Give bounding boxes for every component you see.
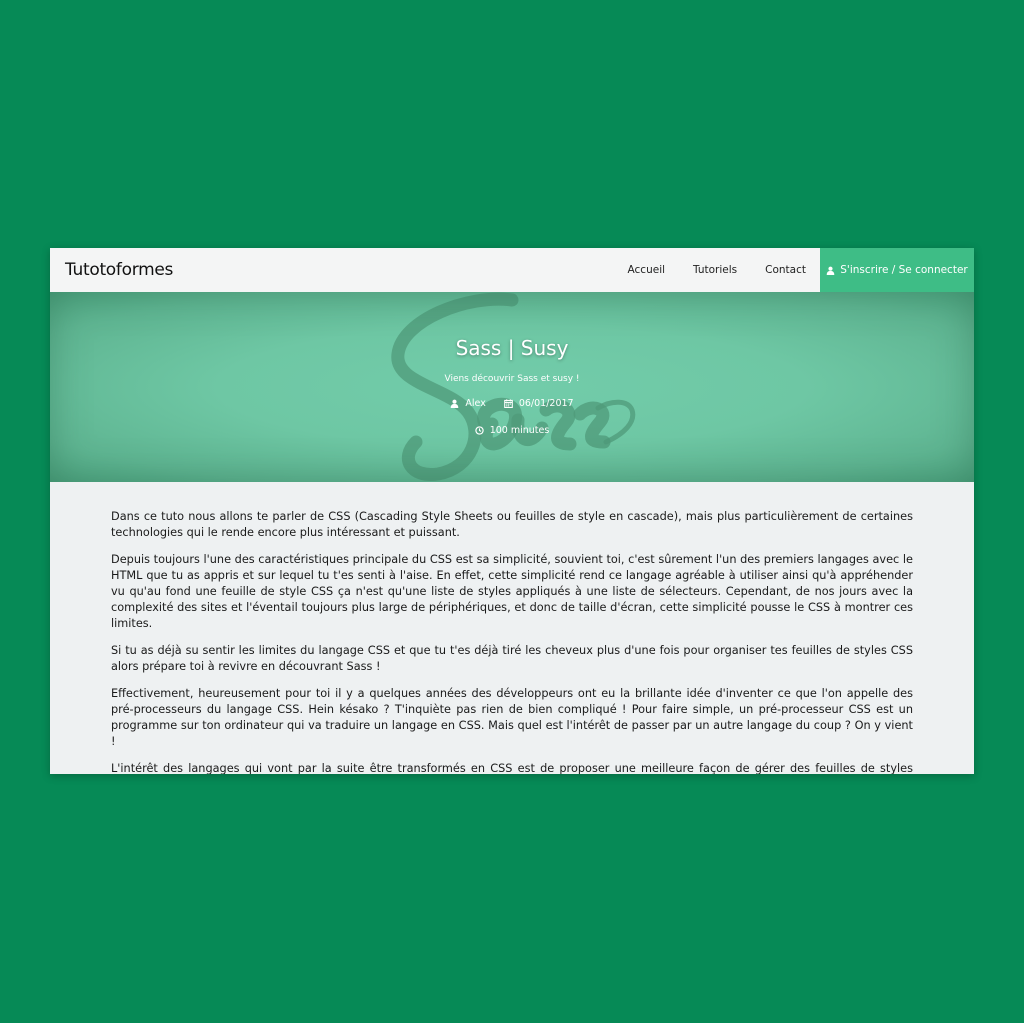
article-paragraph: Depuis toujours l'une des caractéristiqu…: [111, 553, 913, 630]
tutorial-subtitle: Viens découvrir Sass et susy !: [444, 374, 580, 384]
clock-icon: [475, 426, 484, 435]
hero-banner: Sass | Susy Viens découvrir Sass et susy…: [50, 292, 974, 482]
calendar-icon: [504, 399, 513, 408]
article-paragraph: L'intérêt des langages qui vont par la s…: [111, 762, 913, 774]
tutorial-meta: Alex 06/01/2017: [50, 398, 974, 409]
article-body: Dans ce tuto nous allons te parler de CS…: [111, 509, 913, 774]
duration-value: 100 minutes: [489, 425, 550, 436]
article-paragraph: Effectivement, heureusement pour toi il …: [111, 687, 913, 748]
brand-logo[interactable]: Tutotoformes: [65, 248, 173, 292]
sass-logo-watermark: [391, 292, 636, 481]
nav-link-tutoriels[interactable]: Tutoriels: [679, 248, 751, 292]
date-meta: 06/01/2017: [504, 398, 574, 409]
navbar: Tutotoformes Accueil Tutoriels Contact S…: [50, 248, 974, 292]
article-paragraph: Si tu as déjà su sentir les limites du l…: [111, 644, 913, 673]
user-icon: [826, 266, 835, 275]
nav-link-contact[interactable]: Contact: [751, 248, 820, 292]
nav-links: Accueil Tutoriels Contact: [614, 248, 820, 292]
user-icon: [451, 399, 459, 408]
tutorial-title: Sass | Susy: [455, 336, 569, 360]
article-paragraph: Dans ce tuto nous allons te parler de CS…: [111, 510, 913, 539]
publish-date: 06/01/2017: [518, 398, 574, 409]
duration-meta: 100 minutes: [50, 425, 974, 436]
browser-window: Tutotoformes Accueil Tutoriels Contact S…: [50, 248, 974, 774]
author-name: Alex: [465, 398, 486, 409]
signup-login-label: S'inscrire / Se connecter: [840, 264, 968, 276]
author-meta: Alex: [450, 398, 486, 409]
duration-item: 100 minutes: [475, 425, 550, 436]
signup-login-button[interactable]: S'inscrire / Se connecter: [820, 248, 974, 292]
nav-link-accueil[interactable]: Accueil: [614, 248, 680, 292]
